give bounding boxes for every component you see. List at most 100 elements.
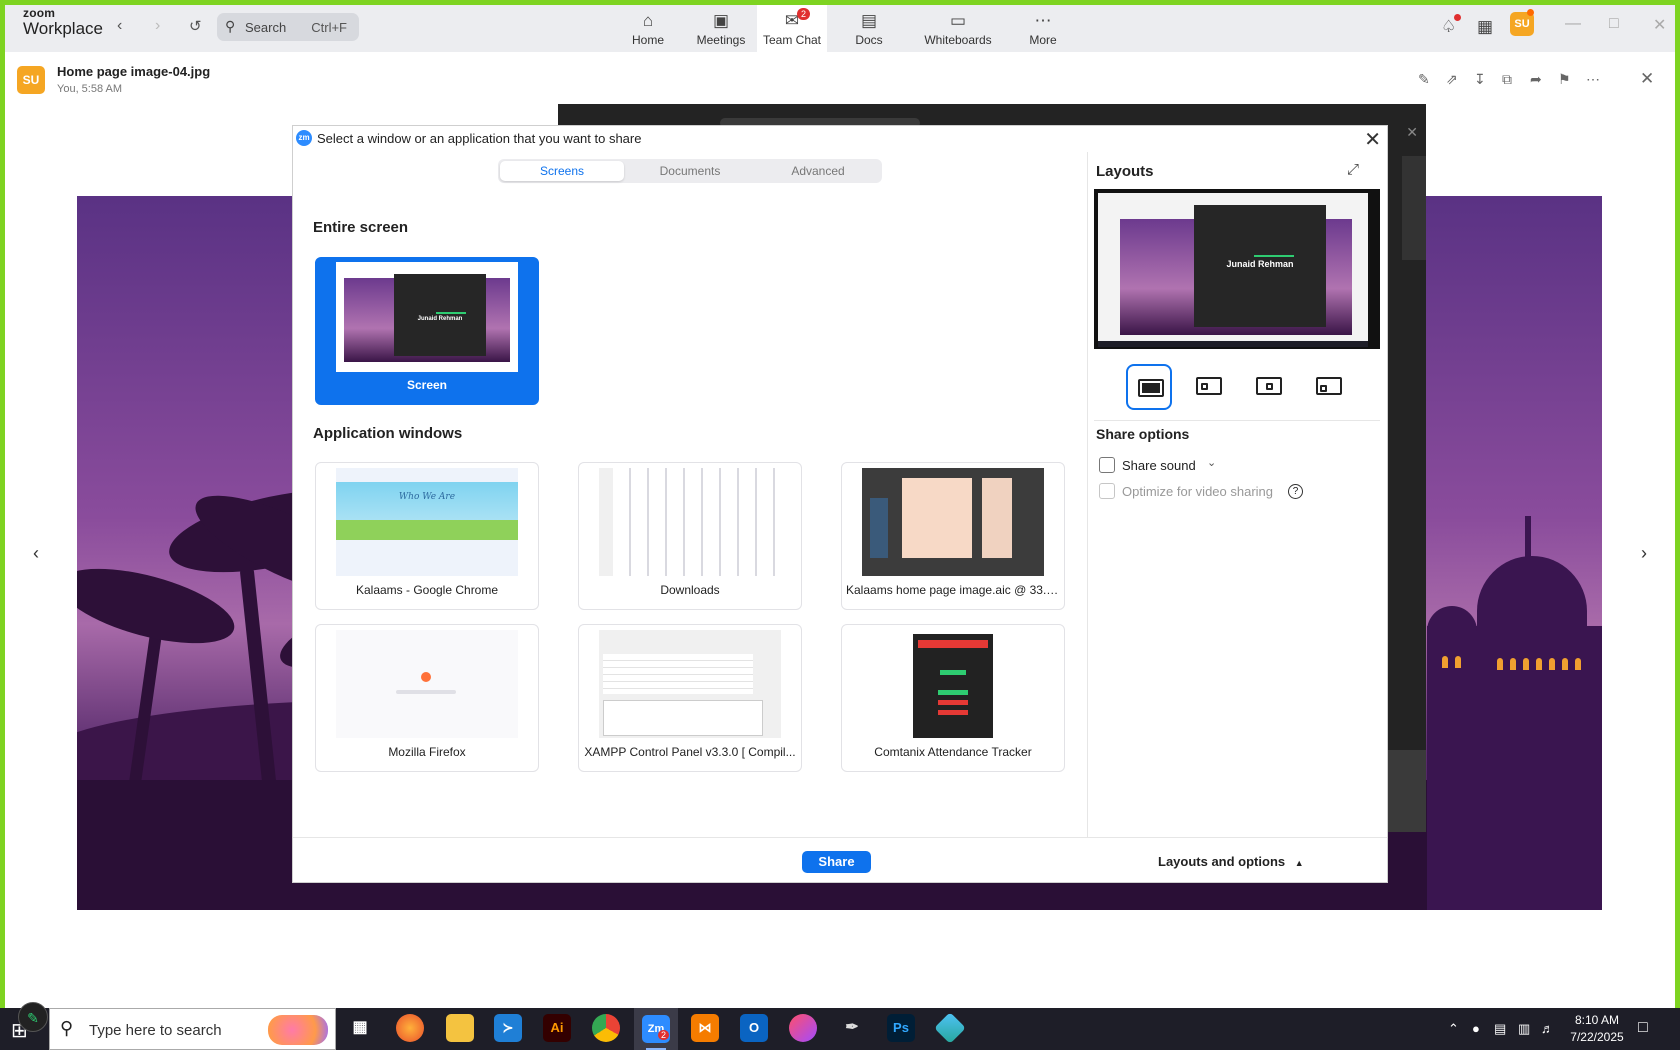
thumb-artboard	[982, 478, 1012, 558]
maximize-icon[interactable]: □	[1609, 15, 1619, 33]
thumb-button	[940, 670, 966, 675]
tab-label: Meetings	[696, 33, 746, 47]
mosque-spire	[1525, 516, 1531, 566]
firefox-thumbnail	[336, 630, 518, 738]
tab-documents[interactable]: Documents	[628, 161, 752, 181]
app-window-label: Comtanix Attendance Tracker	[874, 745, 1032, 759]
vscode-icon[interactable]: ≻	[494, 1014, 522, 1042]
share-button[interactable]: Share	[802, 851, 871, 873]
chevron-up-icon[interactable]: ⌃	[1448, 1021, 1459, 1037]
layout-side-button[interactable]	[1186, 364, 1232, 410]
dialog-close-icon[interactable]: ✕	[1364, 127, 1381, 152]
thumb-button	[938, 690, 968, 695]
thumb-table	[603, 654, 753, 694]
tab-screens[interactable]: Screens	[500, 161, 624, 181]
previous-image-button[interactable]: ‹	[19, 536, 53, 570]
app-window-label: Mozilla Firefox	[388, 745, 466, 759]
firefox-logo-icon	[421, 672, 431, 682]
app-window-card[interactable]: Downloads	[578, 462, 802, 610]
system-clock[interactable]: 8:10 AM 7/22/2025	[1560, 1012, 1634, 1046]
app-window-card[interactable]: Kalaams home page image.aic @ 33.33 ...	[841, 462, 1065, 610]
illustrator-icon[interactable]: Ai	[543, 1014, 571, 1042]
task-view-icon[interactable]: ▦	[346, 1014, 374, 1042]
optimize-video-label: Optimize for video sharing	[1122, 484, 1274, 499]
creative-cloud-icon[interactable]	[789, 1014, 817, 1042]
app-window-card[interactable]: Who We Are Kalaams - Google Chrome	[315, 462, 539, 610]
calendar-icon[interactable]: ▦	[1477, 17, 1493, 37]
bookmark-icon[interactable]: ⚑	[1558, 71, 1571, 88]
preview-name: Junaid Rehman	[1226, 259, 1294, 269]
window-light	[1549, 658, 1555, 670]
next-image-button[interactable]: ›	[1627, 536, 1661, 570]
tab-advanced[interactable]: Advanced	[756, 161, 880, 181]
hardware-icon[interactable]: ▤	[1494, 1021, 1506, 1037]
whiteboard-icon: ▭	[949, 11, 967, 30]
layouts-heading: Layouts	[1096, 163, 1154, 180]
photoshop-icon[interactable]: Ps	[887, 1014, 915, 1042]
app-window-card[interactable]: Comtanix Attendance Tracker	[841, 624, 1065, 772]
pen-tool-icon[interactable]: ✒	[838, 1014, 866, 1042]
close-preview-icon[interactable]: ✕	[1640, 69, 1654, 89]
window-light	[1510, 658, 1516, 670]
meeting-close-icon[interactable]: ✕	[1406, 124, 1418, 141]
tab-whiteboards[interactable]: ▭ Whiteboards	[917, 5, 999, 52]
taskbar-search[interactable]: ⚲ Type here to search	[49, 1008, 336, 1050]
close-window-icon[interactable]: ✕	[1653, 15, 1666, 35]
thumb-meeting	[394, 274, 486, 356]
layouts-and-options-toggle[interactable]: Layouts and options ▲	[1158, 854, 1304, 869]
xampp-icon[interactable]: ⋈	[691, 1014, 719, 1042]
tab-label: Home	[631, 33, 664, 47]
tab-more[interactable]: ⋯ More	[1021, 5, 1065, 52]
search-input[interactable]: ⚲ Search Ctrl+F	[217, 13, 359, 41]
thumb-sidebar	[599, 468, 613, 576]
share-icon[interactable]: ➦	[1530, 71, 1542, 88]
copy-icon[interactable]: ⧉	[1502, 71, 1512, 88]
more-icon[interactable]: ⋯	[1586, 71, 1600, 88]
layout-standard-button[interactable]	[1126, 364, 1172, 410]
search-icon: ⚲	[60, 1018, 74, 1038]
pip	[1266, 383, 1273, 390]
thumb-heading: Who We Are	[398, 492, 456, 502]
layout-corner-button[interactable]	[1306, 364, 1352, 410]
notification-icon[interactable]: □	[1638, 1019, 1648, 1037]
app-icon[interactable]	[934, 1012, 966, 1044]
tab-home[interactable]: ⌂ Home	[623, 5, 673, 52]
tab-meetings[interactable]: ▣ Meetings	[693, 5, 749, 52]
chrome-icon[interactable]	[592, 1014, 620, 1042]
file-meta: You, 5:58 AM	[57, 83, 123, 95]
app-window-card[interactable]: XAMPP Control Panel v3.3.0 [ Compil...	[578, 624, 802, 772]
file-name: Home page image-04.jpg	[57, 64, 211, 79]
pen-icon[interactable]: ✎	[18, 1002, 48, 1032]
search-icon: ⚲	[225, 18, 236, 34]
firefox-icon[interactable]	[396, 1014, 424, 1042]
outlook-icon[interactable]: O	[740, 1014, 768, 1042]
tab-docs[interactable]: ▤ Docs	[847, 5, 891, 52]
tab-label: Docs	[855, 33, 883, 47]
history-icon[interactable]: ↺	[189, 17, 202, 35]
expand-icon[interactable]: ⤢	[1347, 161, 1359, 178]
window-light	[1442, 656, 1448, 668]
minimize-icon[interactable]: —	[1565, 15, 1581, 33]
layout-picture-in-picture-button[interactable]	[1246, 364, 1292, 410]
edit-icon[interactable]: ✎	[1418, 71, 1430, 88]
volume-icon[interactable]: ♬	[1541, 1021, 1554, 1036]
share-sound-checkbox[interactable]	[1099, 457, 1115, 473]
illustrator-thumbnail	[862, 468, 1044, 576]
screen-card[interactable]: Junaid Rehman Screen	[315, 257, 539, 405]
back-icon[interactable]: ‹	[117, 17, 122, 35]
layouts-and-options-label: Layouts and options	[1158, 854, 1286, 869]
download-icon[interactable]: ↧	[1474, 71, 1486, 88]
bell-icon[interactable]: ♤	[1441, 17, 1456, 37]
chevron-down-icon[interactable]: ⌄	[1207, 456, 1216, 469]
app-window-card[interactable]: Mozilla Firefox	[315, 624, 539, 772]
meeting-side-panel	[1402, 156, 1426, 260]
microphone-icon[interactable]: ●	[1472, 1021, 1480, 1036]
clock-time: 8:10 AM	[1574, 1013, 1620, 1027]
network-icon[interactable]: ▥	[1518, 1021, 1530, 1037]
file-explorer-icon[interactable]	[446, 1014, 474, 1042]
tab-team-chat[interactable]: ✉ 2 Team Chat	[757, 5, 827, 52]
forward-icon[interactable]: ›	[155, 17, 160, 35]
open-external-icon[interactable]: ⇗	[1446, 71, 1458, 88]
zoom-taskbar-active[interactable]: Zm 2	[634, 1008, 678, 1050]
help-icon[interactable]: ?	[1288, 484, 1303, 499]
